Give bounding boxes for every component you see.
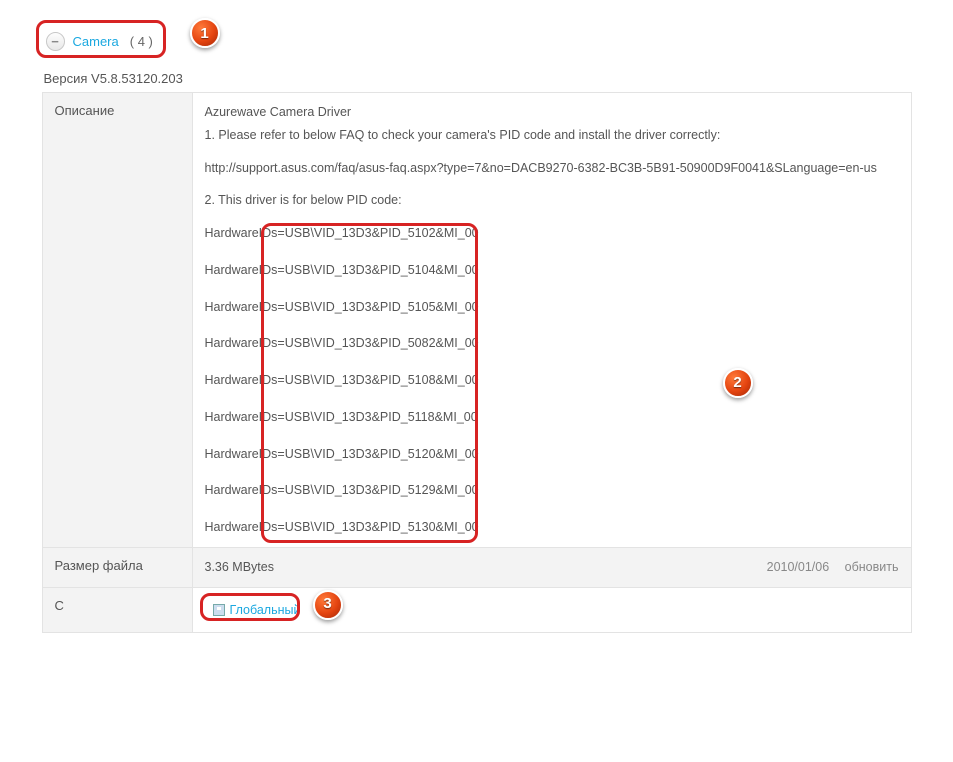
hardware-id: HardwareIDs=USB\VID_13D3&PID_5102&MI_00 bbox=[205, 224, 899, 243]
file-date: 2010/01/06 bbox=[767, 560, 830, 574]
disk-icon bbox=[213, 604, 225, 616]
faq-url: http://support.asus.com/faq/asus-faq.asp… bbox=[205, 159, 899, 178]
download-link-text: Глобальный bbox=[230, 601, 301, 620]
collapse-button[interactable]: − bbox=[46, 32, 65, 51]
hardware-id: HardwareIDs=USB\VID_13D3&PID_5120&MI_00 bbox=[205, 445, 899, 464]
hardware-id: HardwareIDs=USB\VID_13D3&PID_5129&MI_00 bbox=[205, 481, 899, 500]
hardware-id-list: HardwareIDs=USB\VID_13D3&PID_5102&MI_00 H… bbox=[205, 224, 899, 537]
hardware-id: HardwareIDs=USB\VID_13D3&PID_5130&MI_00 bbox=[205, 518, 899, 537]
hardware-id: HardwareIDs=USB\VID_13D3&PID_5082&MI_00 bbox=[205, 334, 899, 353]
faq-instruction: 1. Please refer to below FAQ to check yo… bbox=[205, 126, 899, 145]
category-count: ( 4 ) bbox=[130, 34, 153, 49]
filesize-label: Размер файла bbox=[42, 547, 192, 587]
update-link[interactable]: обновить bbox=[845, 560, 899, 574]
description-content: Azurewave Camera Driver 1. Please refer … bbox=[192, 93, 911, 548]
pid-note: 2. This driver is for below PID code: bbox=[205, 191, 899, 210]
category-link[interactable]: Camera bbox=[73, 34, 119, 49]
download-link-global[interactable]: Глобальный bbox=[205, 598, 309, 623]
hardware-id: HardwareIDs=USB\VID_13D3&PID_5104&MI_00 bbox=[205, 261, 899, 280]
hardware-id: HardwareIDs=USB\VID_13D3&PID_5108&MI_00 bbox=[205, 371, 899, 390]
category-header: − Camera ( 4 ) 1 bbox=[42, 22, 912, 61]
driver-title: Azurewave Camera Driver bbox=[205, 103, 899, 122]
filesize-value: 3.36 MBytes bbox=[205, 560, 274, 574]
annotation-badge-1: 1 bbox=[190, 18, 220, 48]
annotation-badge-3: 3 bbox=[313, 590, 343, 620]
download-content: Глобальный 3 bbox=[192, 587, 911, 633]
version-text: Версия V5.8.53120.203 bbox=[44, 71, 912, 86]
download-label: С bbox=[42, 587, 192, 633]
hardware-id: HardwareIDs=USB\VID_13D3&PID_5118&MI_00 bbox=[205, 408, 899, 427]
driver-detail-table: Описание Azurewave Camera Driver 1. Plea… bbox=[42, 92, 912, 633]
hardware-id: HardwareIDs=USB\VID_13D3&PID_5105&MI_00 bbox=[205, 298, 899, 317]
filesize-content: 3.36 MBytes 2010/01/06 обновить bbox=[192, 547, 911, 587]
description-label: Описание bbox=[42, 93, 192, 548]
